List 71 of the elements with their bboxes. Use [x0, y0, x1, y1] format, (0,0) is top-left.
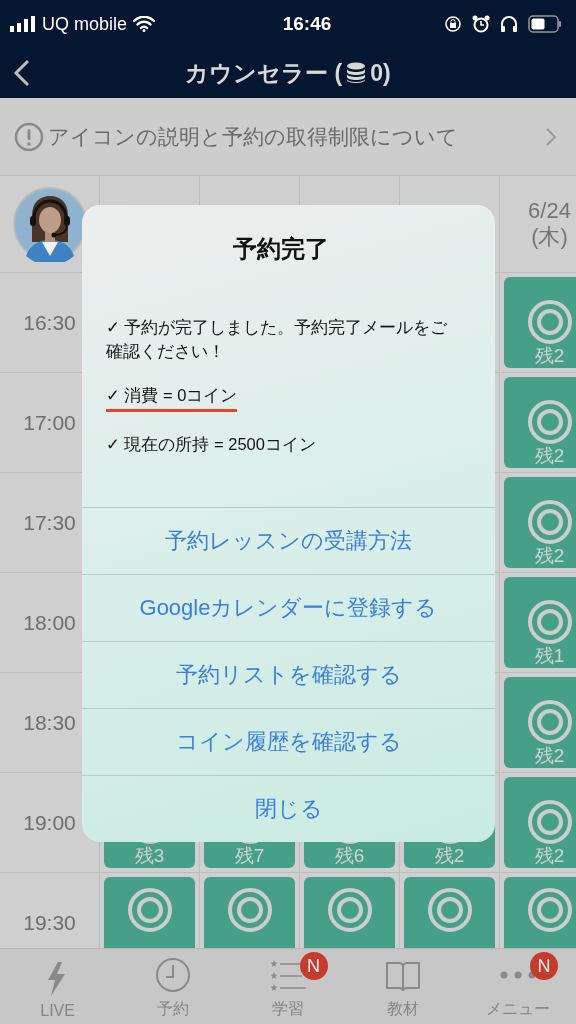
available-slot[interactable] — [404, 877, 495, 948]
double-circle-icon — [526, 499, 573, 545]
dialog-action-button[interactable]: 予約レッスンの受講方法 — [82, 508, 495, 575]
double-circle-icon — [126, 887, 173, 933]
available-slot[interactable]: 残2 — [504, 477, 576, 568]
dialog-action-button[interactable]: 閉じる — [82, 776, 495, 842]
dialog-action-button[interactable]: コイン履歴を確認する — [82, 709, 495, 776]
time-label: 17:00 — [23, 410, 76, 435]
signal-icon — [10, 16, 36, 32]
double-circle-icon — [526, 699, 573, 745]
tab-button[interactable]: 教材 — [345, 949, 461, 1024]
available-slot[interactable]: 残2 — [504, 777, 576, 868]
remaining-count: 残6 — [334, 845, 365, 866]
remaining-count: 残2 — [534, 845, 565, 866]
remaining-count: 残2 — [434, 845, 465, 866]
double-circle-icon — [526, 887, 573, 933]
screen-title: カウンセラー ( 0) — [185, 58, 391, 88]
remaining-count: 残2 — [534, 745, 565, 766]
remaining-count: 残2 — [534, 545, 565, 566]
available-slot[interactable]: 残2 — [504, 677, 576, 768]
alarm-icon — [472, 15, 490, 33]
date-label: 6/24 — [528, 197, 571, 224]
battery-icon — [528, 15, 562, 33]
more-dots-icon — [500, 970, 537, 980]
remaining-count: 残3 — [134, 845, 165, 866]
notification-badge: N — [529, 952, 558, 980]
coin-stack-icon — [346, 62, 367, 84]
exclamation-circle-icon — [14, 121, 44, 152]
dialog-action-button[interactable]: 予約リストを確認する — [82, 642, 495, 709]
available-slot[interactable]: 残2 — [504, 377, 576, 468]
notification-badge: N — [299, 952, 328, 980]
double-circle-icon — [226, 887, 273, 933]
carrier-name: UQ mobile — [42, 13, 128, 35]
time-label: 16:30 — [23, 310, 76, 335]
double-circle-icon — [526, 299, 573, 345]
notice-link[interactable]: アイコンの説明と予約の取得制限について — [0, 98, 576, 175]
tab-button[interactable]: N 学習 — [230, 949, 346, 1024]
available-slot[interactable]: 残2 — [504, 277, 576, 368]
time-label: 17:30 — [23, 510, 76, 535]
wifi-icon — [133, 16, 156, 32]
tab-button[interactable]: 予約 — [115, 949, 231, 1024]
available-slot[interactable]: 残1 — [504, 577, 576, 668]
chevron-right-icon — [544, 125, 558, 148]
dialog-message: ✓ 消費 = 0コイン — [106, 383, 238, 412]
headphones-icon — [500, 15, 518, 33]
time-label: 19:00 — [23, 810, 76, 835]
dialog-title: 予約完了 — [231, 234, 330, 264]
double-circle-icon — [526, 599, 573, 645]
dialog-message: ✓ 予約が完了しました。予約完了メールをご確認ください！ — [106, 317, 449, 362]
remaining-count: 残2 — [534, 345, 565, 366]
dialog-message: ✓ 現在の所持 = 2500コイン — [106, 434, 317, 455]
double-circle-icon — [526, 399, 573, 445]
available-slot[interactable] — [104, 877, 195, 948]
time-label: 18:30 — [23, 710, 76, 735]
time-label: 19:30 — [23, 910, 76, 935]
tab-button[interactable]: N メニュー — [460, 949, 576, 1024]
available-slot[interactable] — [204, 877, 295, 948]
double-circle-icon — [426, 887, 473, 933]
tab-button[interactable]: LIVE — [0, 949, 116, 1024]
remaining-count: 残7 — [234, 845, 265, 866]
double-circle-icon — [526, 799, 573, 845]
double-circle-icon — [326, 887, 373, 933]
time-label: 18:00 — [23, 610, 76, 635]
clock-icon — [154, 957, 191, 993]
remaining-count: 残2 — [534, 445, 565, 466]
remaining-count: 残1 — [534, 645, 565, 666]
available-slot[interactable] — [304, 877, 395, 948]
rotation-lock-icon — [444, 15, 462, 33]
clock-time: 16:46 — [282, 13, 332, 34]
dialog-action-button[interactable]: Googleカレンダーに登録する — [82, 575, 495, 642]
weekday-label: (木) — [531, 224, 568, 251]
